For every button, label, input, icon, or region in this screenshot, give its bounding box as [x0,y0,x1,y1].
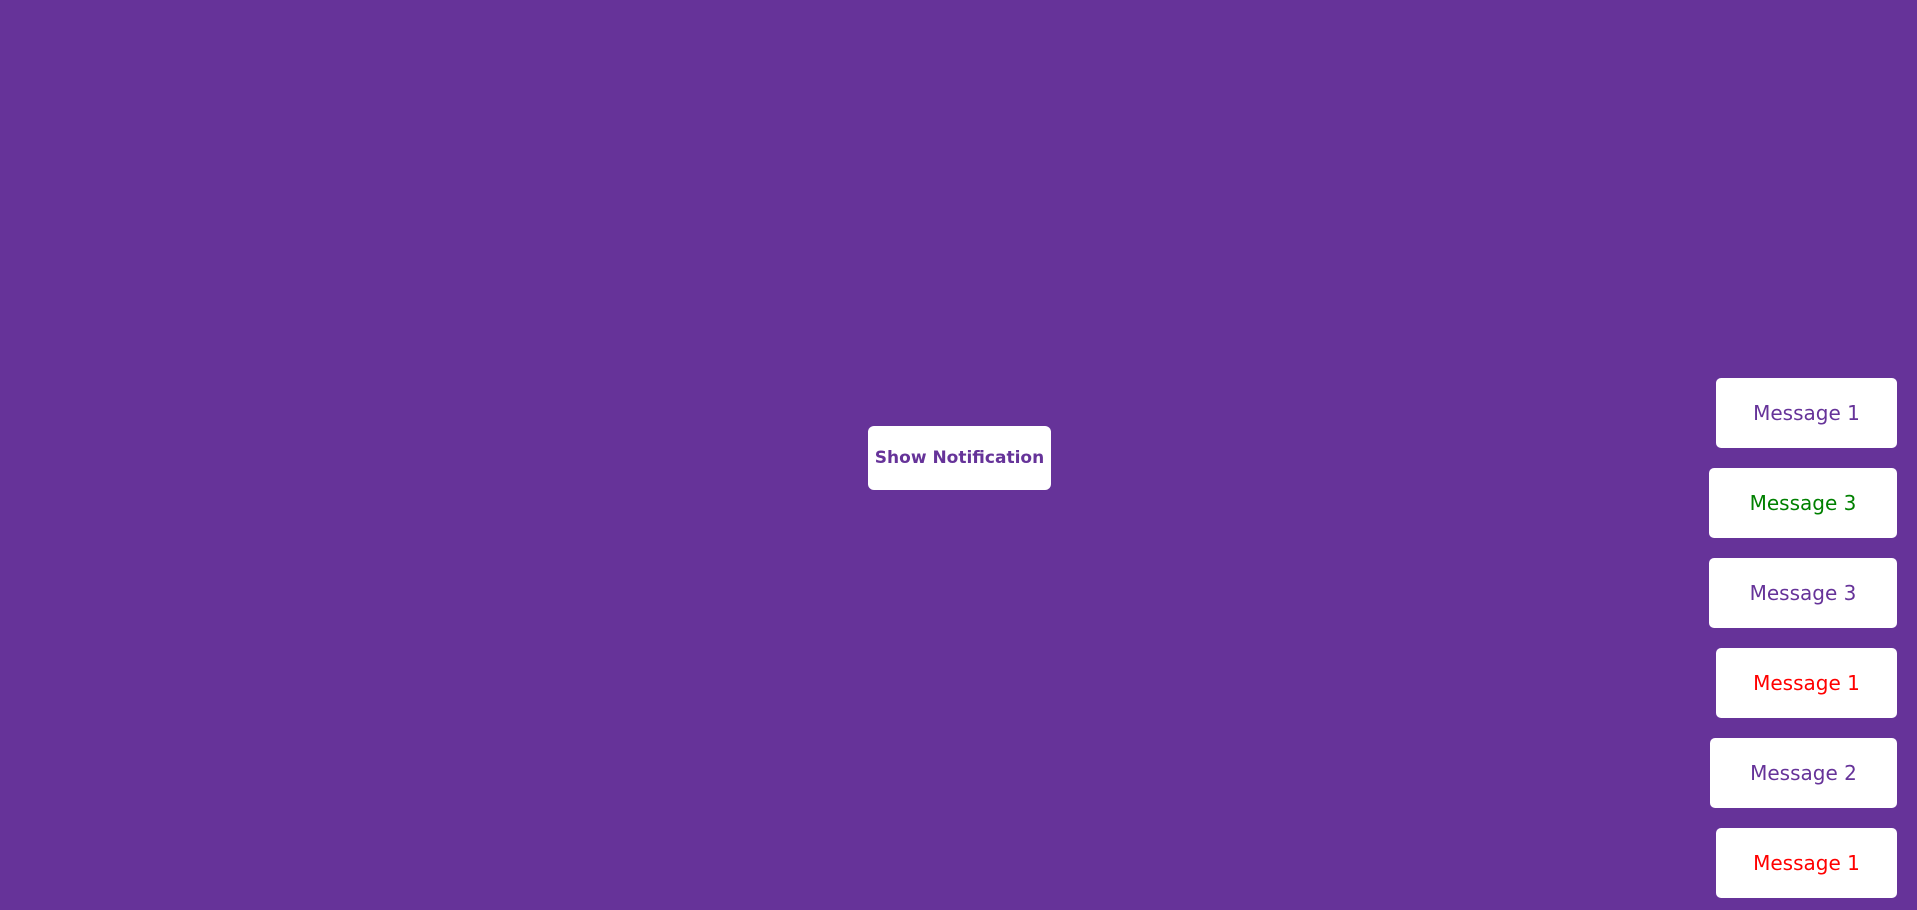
notification-toast[interactable]: Message 1 [1716,378,1897,448]
notification-toast[interactable]: Message 3 [1709,468,1897,538]
page: Show Notification Message 1 Message 3 Me… [0,0,1917,910]
notification-toast[interactable]: Message 2 [1710,738,1897,808]
notification-toast[interactable]: Message 3 [1709,558,1897,628]
notification-text: Message 2 [1750,761,1857,785]
notification-toast[interactable]: Message 1 [1716,828,1897,898]
notification-text: Message 1 [1753,401,1860,425]
notification-text: Message 3 [1749,491,1857,515]
notification-text: Message 3 [1749,581,1857,605]
notification-text: Message 1 [1753,671,1860,695]
notification-stack: Message 1 Message 3 Message 3 Message 1 … [1709,378,1897,898]
show-notification-button[interactable]: Show Notification [868,426,1051,490]
notification-text: Message 1 [1753,851,1860,875]
notification-toast[interactable]: Message 1 [1716,648,1897,718]
